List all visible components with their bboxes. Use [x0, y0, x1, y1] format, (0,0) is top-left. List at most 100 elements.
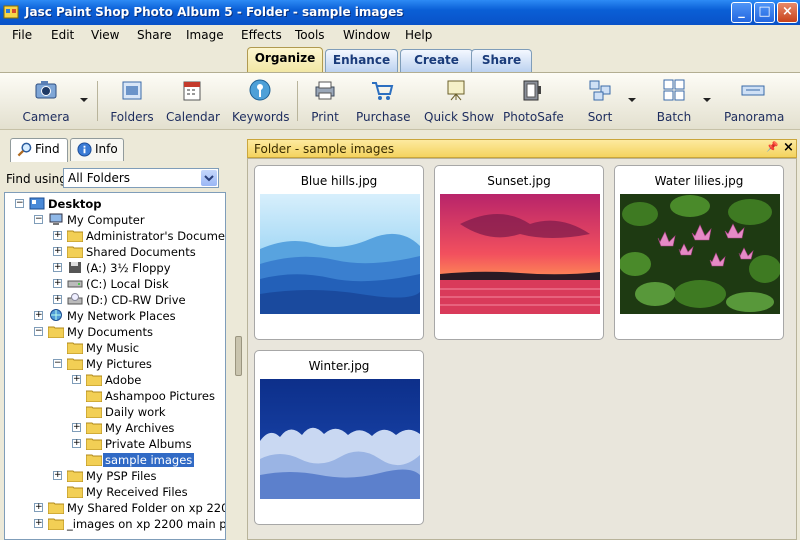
magnifier-icon: [17, 142, 32, 157]
print-button[interactable]: Print: [306, 78, 344, 128]
title-bar[interactable]: Jasc Paint Shop Photo Album 5 - Folder -…: [0, 0, 800, 25]
menu-window[interactable]: Window: [343, 28, 390, 42]
left-panel: Find Info Find using: All Folders − Deskt…: [0, 131, 232, 540]
find-using-select[interactable]: All Folders: [63, 168, 219, 188]
tree-node-label: Ashampoo Pictures: [105, 389, 215, 403]
expand-icon[interactable]: +: [72, 423, 81, 432]
expand-icon[interactable]: +: [53, 247, 62, 256]
expand-icon[interactable]: +: [34, 311, 43, 320]
minimize-button[interactable]: _: [731, 2, 752, 23]
folders-button[interactable]: Folders: [108, 78, 156, 128]
calendar-button[interactable]: Calendar: [166, 78, 220, 128]
thumbnail-card[interactable]: Winter.jpg: [254, 350, 424, 525]
thumbnail-card[interactable]: Water lilies.jpg: [614, 165, 784, 340]
tree-node-label: My Pictures: [86, 357, 152, 371]
expand-icon[interactable]: +: [53, 263, 62, 272]
menu-view[interactable]: View: [91, 28, 119, 42]
expand-icon[interactable]: +: [34, 503, 43, 512]
tree-node-label: (C:) Local Disk: [86, 277, 169, 291]
tree-node-label: My Documents: [67, 325, 153, 339]
calendar-icon: [183, 81, 201, 101]
menu-image[interactable]: Image: [186, 28, 224, 42]
collapse-icon[interactable]: −: [53, 359, 62, 368]
tree-node-label: Shared Documents: [86, 245, 196, 259]
batch-button[interactable]: Batch: [654, 78, 694, 128]
collapse-icon[interactable]: −: [15, 199, 24, 208]
collapse-icon[interactable]: −: [34, 327, 43, 336]
splitter-grip[interactable]: [235, 336, 242, 376]
folder-icon: [66, 245, 84, 259]
folder-icon: [66, 229, 84, 243]
expand-icon[interactable]: +: [53, 231, 62, 240]
batch-icon: [663, 79, 685, 101]
tree-node-label: My PSP Files: [86, 469, 157, 483]
tab-find[interactable]: Find: [10, 138, 68, 162]
network-icon: [48, 309, 64, 322]
folder-icon: [66, 357, 84, 371]
collapse-icon[interactable]: −: [34, 215, 43, 224]
batch-dropdown-icon[interactable]: [703, 98, 711, 102]
shopping-cart-icon: [372, 82, 394, 100]
maximize-button[interactable]: □: [754, 2, 775, 23]
folder-tree[interactable]: − Desktop − My Computer + Administrator's Doc…: [4, 192, 226, 540]
folder-icon: [47, 517, 65, 531]
tab-create[interactable]: Create: [400, 49, 473, 72]
close-icon[interactable]: ×: [783, 140, 794, 155]
folder-icon: [47, 501, 65, 515]
menu-effects[interactable]: Effects: [241, 28, 282, 42]
purchase-button[interactable]: Purchase: [356, 78, 411, 128]
thumbnail-name: Water lilies.jpg: [654, 174, 744, 188]
expand-icon[interactable]: +: [72, 375, 81, 384]
thumbnail-name: Blue hills.jpg: [300, 174, 378, 188]
sort-dropdown-icon[interactable]: [628, 98, 636, 102]
quick-show-button[interactable]: Quick Show: [424, 78, 494, 128]
sort-button[interactable]: Sort: [582, 78, 618, 128]
menu-file[interactable]: File: [12, 28, 32, 42]
folder-icon: [66, 341, 84, 355]
expand-icon[interactable]: +: [53, 295, 62, 304]
panel-splitter[interactable]: [232, 131, 246, 540]
menu-tools[interactable]: Tools: [295, 28, 325, 42]
blue-hills-image: [260, 194, 420, 314]
photosafe-button[interactable]: PhotoSafe: [503, 78, 564, 128]
mode-tabs: Organize Enhance Create Share: [0, 45, 800, 73]
chevron-down-icon[interactable]: [201, 170, 217, 186]
folder-icon: [66, 485, 84, 499]
tree-node-label: Desktop: [48, 197, 102, 211]
camera-button[interactable]: Camera: [20, 78, 72, 128]
menu-help[interactable]: Help: [405, 28, 432, 42]
folder-icon: [47, 325, 65, 339]
thumbnail-card[interactable]: Sunset.jpg: [434, 165, 604, 340]
thumbnail-name: Winter.jpg: [308, 359, 370, 373]
panorama-icon: [741, 85, 765, 96]
keywords-button[interactable]: Keywords: [232, 78, 290, 128]
menu-edit[interactable]: Edit: [51, 28, 74, 42]
pin-icon[interactable]: 📌: [766, 142, 778, 153]
thumbnail-card[interactable]: Blue hills.jpg: [254, 165, 424, 340]
tree-node-label: Private Albums: [105, 437, 192, 451]
thumbnail-panel: Folder - sample images 📌 × Blue hills.jp…: [246, 131, 800, 540]
tree-node-label: My Computer: [67, 213, 145, 227]
expand-icon[interactable]: +: [72, 439, 81, 448]
expand-icon[interactable]: +: [34, 519, 43, 528]
keywords-icon: [249, 79, 271, 101]
tab-organize[interactable]: Organize: [247, 47, 323, 73]
camera-dropdown-icon[interactable]: [80, 98, 88, 102]
menu-share[interactable]: Share: [137, 28, 172, 42]
expand-icon[interactable]: +: [53, 471, 62, 480]
tree-node-label: Administrator's Documents: [86, 229, 225, 243]
folder-icon: [85, 389, 103, 403]
folder-icon: [85, 453, 103, 467]
panorama-button[interactable]: Panorama: [724, 78, 784, 128]
tree-node-label: My Received Files: [86, 485, 188, 499]
water-lilies-image: [620, 194, 780, 314]
tab-enhance[interactable]: Enhance: [325, 49, 398, 72]
tab-share[interactable]: Share: [471, 49, 532, 72]
info-icon: [77, 142, 92, 157]
folder-icon: [85, 437, 103, 451]
desktop-icon: [29, 197, 45, 210]
expand-icon[interactable]: +: [53, 279, 62, 288]
disk-icon: [67, 277, 83, 290]
tab-info[interactable]: Info: [70, 138, 124, 161]
close-button[interactable]: ×: [777, 2, 798, 23]
